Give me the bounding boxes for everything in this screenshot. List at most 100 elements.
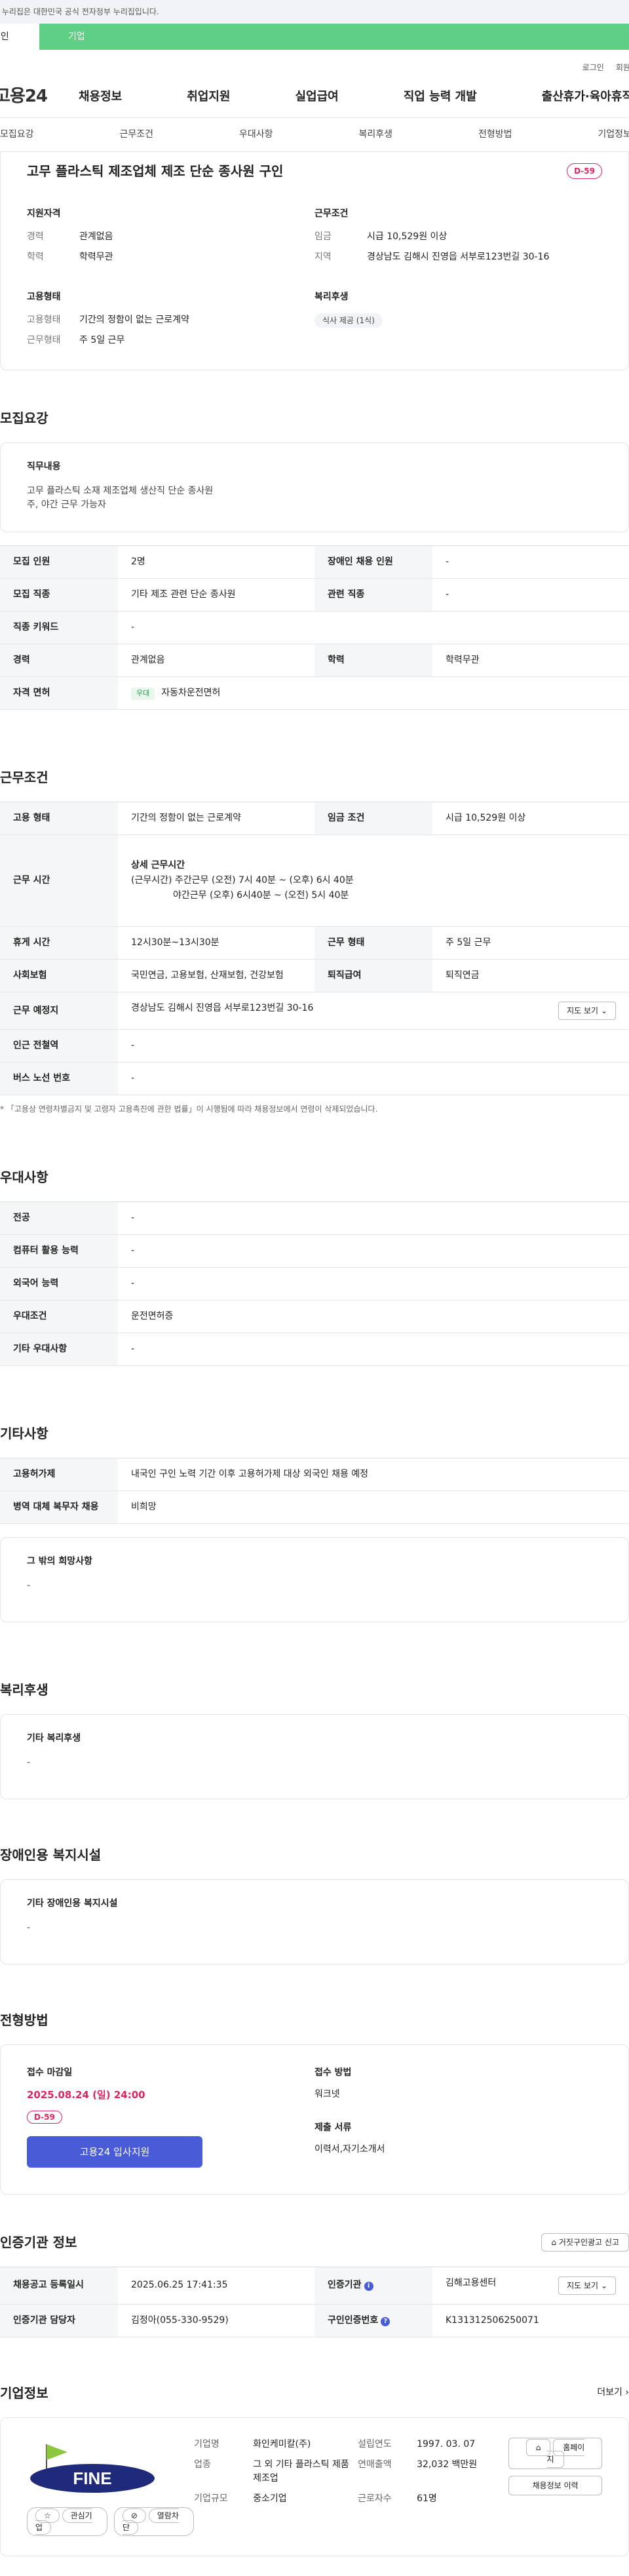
gnb-item-jobs[interactable]: 채용정보	[79, 88, 122, 106]
label: 자격 면허	[0, 676, 118, 710]
welfare-heading: 기타 복리후생	[27, 1733, 81, 1744]
anchor-welfare[interactable]: 복리후생	[358, 128, 392, 142]
table-row: 인근 전철역 -	[0, 1029, 629, 1063]
employment-type-value: 기간의 정함이 없는 근로계약	[79, 315, 189, 325]
career-value: 관계없음	[79, 231, 113, 242]
value: -	[118, 611, 629, 644]
industry-value: 그 외 기타 플라스틱 제품 제조업	[253, 2459, 349, 2484]
anchor-recruit[interactable]: 모집요강	[0, 128, 34, 142]
gnb-item-unemployment-benefit[interactable]: 실업급여	[295, 88, 339, 106]
label: 설립연도	[358, 2438, 392, 2449]
label: 근무 예정지	[0, 992, 118, 1030]
size-value: 중소기업	[253, 2493, 287, 2504]
value: -	[118, 1234, 629, 1268]
map-button[interactable]: 지도 보기 ⌄	[558, 1002, 616, 1020]
agency-section-title: 인증기관 정보	[0, 2234, 77, 2250]
report-button[interactable]: ⌂ 거짓구인광고 신고	[541, 2233, 629, 2252]
sales-value: 32,032 백만원	[417, 2459, 478, 2470]
agency-table: 채용공고 등록일시 2025.06.25 17:41:35 인증기관 i 김해고용센터 지…	[0, 2266, 629, 2337]
other-section-title: 기타사항	[0, 1426, 48, 1441]
favorite-company-button[interactable]: ☆ 관심기업	[27, 2507, 107, 2536]
info-icon[interactable]: i	[364, 2282, 373, 2291]
disability-section-title: 장애인용 복지시설	[0, 1847, 102, 1863]
label: 장애인 채용 인원	[314, 545, 432, 579]
table-row: 경력 관계없음 학력 학력무관	[0, 644, 629, 677]
license-cell: 우대 자동차운전면허	[118, 676, 629, 710]
age-notice: * 「고용상 연령차별금지 및 고령자 고용촉진에 관한 법률」이 시행됨에 따…	[0, 1104, 378, 1114]
svg-text:FINE: FINE	[73, 2469, 111, 2488]
qualification-heading: 지원자격	[27, 208, 61, 219]
table-row: 채용공고 등록일시 2025.06.25 17:41:35 인증기관 i 김해고용센터 지…	[0, 2267, 629, 2305]
welfare-box: 기타 복리후생 -	[0, 1714, 629, 1799]
label: 고용형태	[27, 315, 61, 325]
label: 지역	[314, 252, 332, 262]
disability-heading: 기타 장애인용 복지시설	[27, 1898, 118, 1909]
wage-value: 시급 10,529원 이상	[367, 231, 448, 242]
top-tabs: 개인 기업	[0, 24, 629, 50]
util-links: 로그인 회원가입	[0, 50, 629, 76]
block-view-button[interactable]: ⊘ 열람차단	[113, 2507, 195, 2536]
table-row: 자격 면허 우대 자동차운전면허	[0, 676, 629, 710]
duty-line: 주, 야간 근무 가능자	[27, 499, 106, 510]
value: -	[118, 1029, 629, 1063]
table-row: 고용허가제 내국인 구인 노력 기간 이후 고용허가제 대상 외국인 채용 예정	[0, 1458, 629, 1491]
duty-line: 고무 플라스틱 소재 제조업체 생산직 단순 종사원	[27, 486, 214, 496]
table-row: 버스 노선 번호 -	[0, 1062, 629, 1095]
work-table: 고용 형태 기간의 정함이 없는 근로계약 임금 조건 시급 10,529원 이상 근…	[0, 802, 629, 1095]
label: 경력	[0, 644, 118, 677]
label: 모집 인원	[0, 545, 118, 579]
map-button[interactable]: 지도 보기 ⌄	[558, 2276, 616, 2295]
homepage-button[interactable]: ⌂ 홈페이지	[508, 2437, 602, 2469]
dday-badge: D-59	[27, 2110, 62, 2124]
label: 임금	[314, 231, 332, 242]
job-history-button[interactable]: 채용정보 이력	[508, 2475, 602, 2495]
anchor-pref[interactable]: 우대사항	[239, 128, 273, 142]
gnb-item-training[interactable]: 직업 능력 개발	[404, 88, 477, 106]
login-link[interactable]: 로그인	[582, 62, 604, 76]
docs-value: 이력서,자기소개서	[314, 2144, 385, 2155]
method-heading: 접수 방법	[314, 2067, 352, 2078]
more-link[interactable]: 더보기 ›	[597, 2386, 629, 2400]
duty-box: 직무내용 고무 플라스틱 소재 제조업체 생산직 단순 종사원 주, 야간 근무…	[0, 442, 629, 532]
value: 주 5일 근무	[432, 926, 629, 960]
table-row: 병역 대체 복무자 채용 비희망	[0, 1491, 629, 1524]
value: 기타 제조 관련 단순 종사원	[118, 578, 314, 612]
other-wish-box: 그 밖의 희망사항 -	[0, 1537, 629, 1622]
report-icon: ⌂	[551, 2237, 557, 2247]
table-row: 전공 -	[0, 1201, 629, 1235]
label: 근무 시간	[0, 834, 118, 927]
anchor-process[interactable]: 전형방법	[478, 128, 512, 142]
join-link[interactable]: 회원가입	[616, 62, 629, 76]
welfare-heading: 복리후생	[314, 292, 349, 302]
agency-header: 인증기관 정보 ⌂ 거짓구인광고 신고	[0, 2233, 629, 2252]
info-icon[interactable]: ?	[381, 2316, 391, 2326]
label: 경력	[27, 231, 44, 242]
label: 컴퓨터 활용 능력	[0, 1234, 118, 1268]
area-value: 경상남도 김해시 진영읍 서부로123번길 30-16	[367, 252, 550, 262]
tab-company[interactable]: 기업	[39, 24, 629, 50]
place-value: 경상남도 김해시 진영읍 서부로123번길 30-16	[131, 1003, 314, 1013]
process-section-title: 전형방법	[0, 2012, 48, 2028]
apply-button[interactable]: 고용24 입사지원	[27, 2136, 202, 2168]
anchor-company[interactable]: 기업정보	[598, 128, 629, 142]
value: 내국인 구인 노력 기간 이후 고용허가제 대상 외국인 채용 예정	[118, 1458, 629, 1491]
education-value: 학력무관	[79, 252, 113, 262]
hours-line: 야간근무 (오후) 6시40분 ~ (오전) 5시 40분	[173, 890, 349, 901]
value: 2025.06.25 17:41:35	[118, 2267, 314, 2305]
employees-value: 61명	[417, 2493, 437, 2504]
pref-section-title: 우대사항	[0, 1169, 48, 1185]
label: 기타 우대사항	[0, 1333, 118, 1366]
label: 고용 형태	[0, 802, 118, 835]
welfare-chip: 식사 제공 (1식)	[314, 313, 383, 328]
label: 업종	[194, 2459, 211, 2470]
value: 2명	[118, 545, 314, 579]
chevron-right-icon: ›	[625, 2387, 629, 2398]
company-name: 화인케미칼(주)	[253, 2438, 311, 2449]
logo[interactable]: 고용24	[0, 84, 79, 109]
gnb-item-employment-support[interactable]: 취업지원	[187, 88, 230, 106]
anchor-work[interactable]: 근무조건	[119, 128, 153, 142]
gnb-item-leave[interactable]: 출산휴가·육아휴직	[542, 88, 629, 106]
tab-personal[interactable]: 개인	[0, 24, 39, 50]
pref-table: 전공 - 컴퓨터 활용 능력 - 외국어 능력 - 우대조건 운전면허증 기타 우대사항…	[0, 1201, 629, 1366]
work-section-title: 근무조건	[0, 770, 48, 785]
